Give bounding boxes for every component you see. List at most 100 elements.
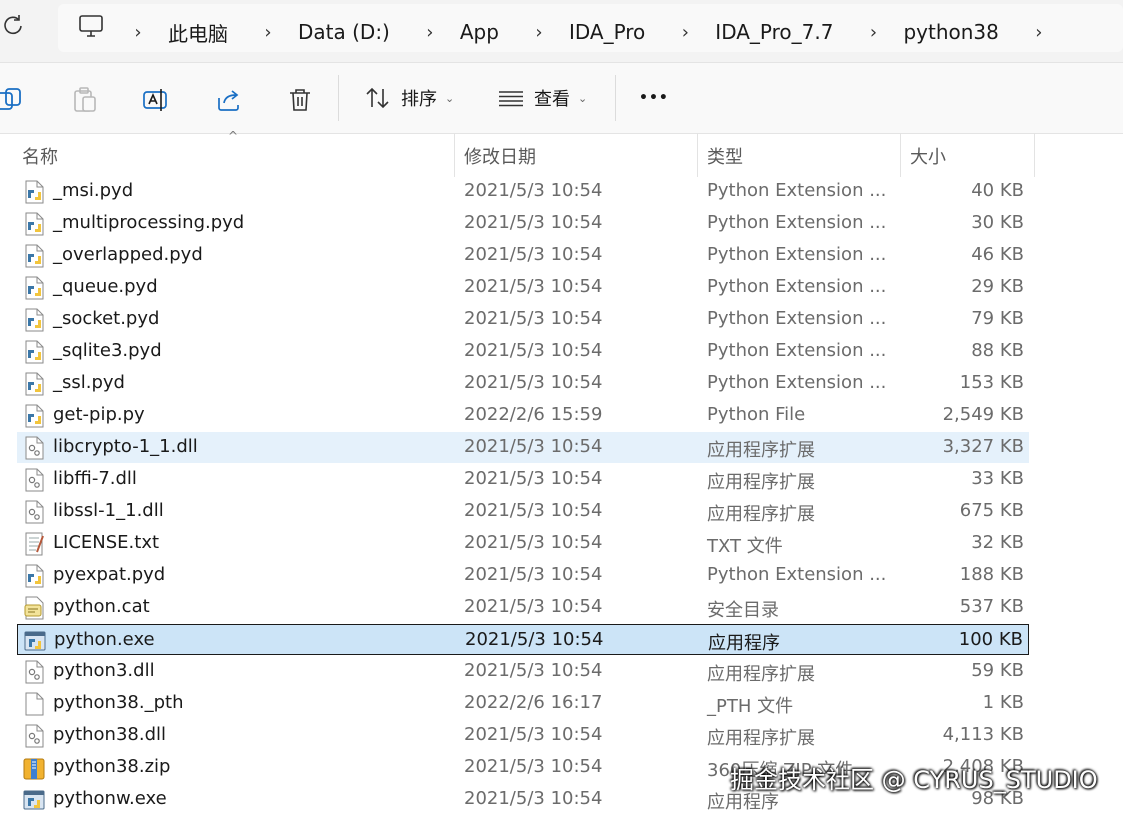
column-divider[interactable] bbox=[900, 133, 901, 177]
file-name: pythonw.exe bbox=[53, 788, 167, 809]
file-row[interactable]: libffi-7.dll 2021/5/3 10:54 应用程序扩展 33 KB bbox=[17, 464, 1029, 495]
file-size: 100 KB bbox=[958, 629, 1023, 650]
command-bar: 排序 ⌄ 查看 ⌄ ••• bbox=[0, 62, 1123, 134]
file-row[interactable]: _queue.pyd 2021/5/3 10:54 Python Extension… bbox=[17, 272, 1029, 303]
column-divider[interactable] bbox=[697, 133, 698, 177]
column-header-name[interactable]: 名称 bbox=[22, 143, 58, 169]
share-icon[interactable] bbox=[216, 87, 242, 113]
column-header-size[interactable]: 大小 bbox=[910, 143, 946, 169]
file-size: 30 KB bbox=[971, 212, 1024, 233]
dll-file-icon bbox=[23, 500, 45, 524]
file-type: 应用程序扩展 bbox=[707, 504, 815, 525]
file-type: Python Extension ... bbox=[707, 372, 887, 393]
file-row[interactable]: _overlapped.pyd 2021/5/3 10:54 Python Exte… bbox=[17, 240, 1029, 271]
chevron-right-icon[interactable]: › bbox=[855, 22, 891, 43]
file-row[interactable]: _multiprocessing.pyd 2021/5/3 10:54 Python… bbox=[17, 208, 1029, 239]
chevron-right-icon[interactable]: › bbox=[521, 22, 557, 43]
column-headers: ^ 名称 修改日期 类型 大小 bbox=[0, 129, 1123, 177]
breadcrumb-ida-pro[interactable]: IDA_Pro bbox=[557, 20, 667, 44]
column-divider[interactable] bbox=[1034, 133, 1035, 177]
file-modified-date: 2021/5/3 10:54 bbox=[464, 436, 603, 457]
file-size: 40 KB bbox=[971, 180, 1024, 201]
more-options-button[interactable]: ••• bbox=[639, 83, 669, 113]
rename-icon[interactable] bbox=[143, 87, 169, 113]
file-row[interactable]: pyexpat.pyd 2021/5/3 10:54 Python Extensio… bbox=[17, 560, 1029, 591]
address-bar-area: › 此电脑 › Data (D:) › App › IDA_Pro › IDA_… bbox=[0, 0, 1123, 62]
python-file-icon bbox=[23, 340, 45, 364]
sort-button[interactable]: 排序 ⌄ bbox=[365, 83, 454, 113]
refresh-icon[interactable] bbox=[2, 14, 24, 36]
chevron-right-icon[interactable]: › bbox=[1021, 22, 1057, 43]
breadcrumb-app[interactable]: App bbox=[448, 20, 521, 44]
file-modified-date: 2021/5/3 10:54 bbox=[464, 212, 603, 233]
python-exe-icon bbox=[24, 629, 46, 653]
file-size: 79 KB bbox=[971, 308, 1024, 329]
file-modified-date: 2022/2/6 15:59 bbox=[464, 404, 603, 425]
python-file-icon bbox=[23, 308, 45, 332]
file-name: _queue.pyd bbox=[53, 276, 158, 297]
breadcrumb-data-drive[interactable]: Data (D:) bbox=[286, 20, 412, 44]
file-name: _socket.pyd bbox=[53, 308, 160, 329]
delete-icon[interactable] bbox=[287, 87, 313, 113]
chevron-down-icon: ⌄ bbox=[445, 91, 455, 105]
column-header-modified[interactable]: 修改日期 bbox=[464, 143, 536, 169]
python-file-icon bbox=[23, 404, 45, 428]
file-name: libcrypto-1_1.dll bbox=[53, 436, 198, 457]
view-list-icon bbox=[499, 91, 523, 107]
file-name: _sqlite3.pyd bbox=[53, 340, 162, 361]
address-bar[interactable]: › 此电脑 › Data (D:) › App › IDA_Pro › IDA_… bbox=[58, 4, 1123, 52]
file-type: 应用程序扩展 bbox=[707, 472, 815, 493]
chevron-right-icon[interactable]: › bbox=[667, 22, 703, 43]
file-row[interactable]: libssl-1_1.dll 2021/5/3 10:54 应用程序扩展 675 KB bbox=[17, 496, 1029, 527]
file-row[interactable]: python3.dll 2021/5/3 10:54 应用程序扩展 59 KB bbox=[17, 656, 1029, 687]
file-name: LICENSE.txt bbox=[53, 532, 160, 553]
file-type: Python Extension ... bbox=[707, 180, 887, 201]
chevron-right-icon[interactable]: › bbox=[412, 22, 448, 43]
file-row[interactable]: _socket.pyd 2021/5/3 10:54 Python Extensio… bbox=[17, 304, 1029, 335]
catalog-file-icon bbox=[23, 596, 45, 620]
file-row[interactable]: LICENSE.txt 2021/5/3 10:54 TXT 文件 32 KB bbox=[17, 528, 1029, 559]
file-size: 2,549 KB bbox=[942, 404, 1024, 425]
file-row[interactable]: libcrypto-1_1.dll 2021/5/3 10:54 应用程序扩展 3,3… bbox=[17, 432, 1029, 463]
file-name: get-pip.py bbox=[53, 404, 145, 425]
file-modified-date: 2021/5/3 10:54 bbox=[464, 724, 603, 745]
file-modified-date: 2021/5/3 10:54 bbox=[464, 308, 603, 329]
file-row[interactable]: python38.dll 2021/5/3 10:54 应用程序扩展 4,113 KB bbox=[17, 720, 1029, 751]
breadcrumb-this-pc[interactable]: 此电脑 bbox=[156, 18, 250, 47]
file-type: 应用程序扩展 bbox=[707, 664, 815, 685]
file-modified-date: 2022/2/6 16:17 bbox=[464, 692, 603, 713]
file-row[interactable]: _ssl.pyd 2021/5/3 10:54 Python Extension .… bbox=[17, 368, 1029, 399]
file-name: _ssl.pyd bbox=[53, 372, 125, 393]
view-button[interactable]: 查看 ⌄ bbox=[498, 83, 587, 113]
chevron-right-icon[interactable]: › bbox=[120, 22, 156, 43]
file-size: 29 KB bbox=[971, 276, 1024, 297]
file-row[interactable]: python.cat 2021/5/3 10:54 安全目录 537 KB bbox=[17, 592, 1029, 623]
file-row[interactable]: _msi.pyd 2021/5/3 10:54 Python Extension .… bbox=[17, 176, 1029, 207]
paste-icon[interactable] bbox=[72, 87, 98, 113]
file-type: Python Extension ... bbox=[707, 212, 887, 233]
file-row[interactable]: get-pip.py 2022/2/6 15:59 Python File 2,549… bbox=[17, 400, 1029, 431]
python-file-icon bbox=[23, 244, 45, 268]
file-modified-date: 2021/5/3 10:54 bbox=[464, 500, 603, 521]
file-name: _multiprocessing.pyd bbox=[53, 212, 245, 233]
copy-icon[interactable] bbox=[0, 87, 26, 113]
file-row[interactable]: _sqlite3.pyd 2021/5/3 10:54 Python Extensi… bbox=[17, 336, 1029, 367]
file-type: 安全目录 bbox=[707, 600, 779, 621]
column-divider[interactable] bbox=[454, 133, 455, 177]
file-modified-date: 2021/5/3 10:54 bbox=[464, 756, 603, 777]
file-row[interactable]: python.exe 2021/5/3 10:54 应用程序 100 KB bbox=[17, 624, 1029, 655]
file-name: python38._pth bbox=[53, 692, 184, 713]
file-row[interactable]: python38._pth 2022/2/6 16:17 _PTH 文件 1 KB bbox=[17, 688, 1029, 719]
breadcrumb-python38[interactable]: python38 bbox=[891, 20, 1020, 44]
column-header-type[interactable]: 类型 bbox=[707, 143, 743, 169]
chevron-right-icon[interactable]: › bbox=[250, 22, 286, 43]
file-size: 1 KB bbox=[982, 692, 1024, 713]
file-size: 88 KB bbox=[971, 340, 1024, 361]
file-modified-date: 2021/5/3 10:54 bbox=[464, 564, 603, 585]
dll-file-icon bbox=[23, 468, 45, 492]
file-type: Python Extension ... bbox=[707, 308, 887, 329]
breadcrumb-ida-pro-7-7[interactable]: IDA_Pro_7.7 bbox=[703, 20, 855, 44]
dll-file-icon bbox=[23, 660, 45, 684]
breadcrumb: › 此电脑 › Data (D:) › App › IDA_Pro › IDA_… bbox=[120, 4, 1057, 60]
sort-label: 排序 bbox=[401, 89, 437, 110]
